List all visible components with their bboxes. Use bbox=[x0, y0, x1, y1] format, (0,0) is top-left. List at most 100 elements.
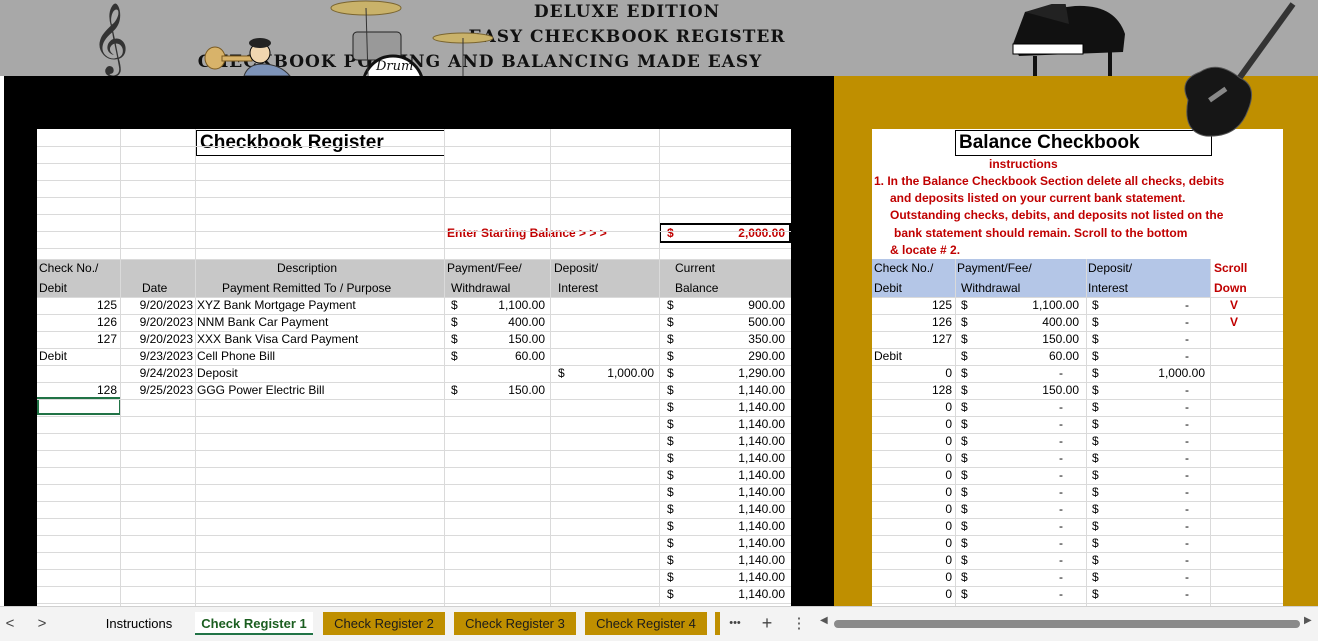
cell-check[interactable] bbox=[37, 552, 117, 569]
cell-description[interactable] bbox=[197, 586, 442, 603]
cell-date[interactable] bbox=[123, 552, 193, 569]
cell-description[interactable] bbox=[197, 552, 442, 569]
cell-check[interactable] bbox=[37, 535, 117, 552]
cell-payment[interactable] bbox=[461, 450, 545, 467]
add-sheet-button[interactable]: + bbox=[757, 612, 777, 635]
bal-cell-deposit[interactable]: - bbox=[1102, 484, 1205, 501]
bal-cell-payment[interactable]: - bbox=[971, 484, 1079, 501]
bal-cell-payment[interactable]: - bbox=[971, 552, 1079, 569]
cell-balance-dollar[interactable]: $ bbox=[667, 416, 677, 433]
table-row[interactable]: Debit 9/23/2023 Cell Phone Bill $60.00 $290.… bbox=[37, 348, 791, 365]
cell-payment-dollar[interactable] bbox=[451, 416, 461, 433]
bal-cell-deposit[interactable]: - bbox=[1102, 501, 1205, 518]
cell-balance[interactable]: 1,140.00 bbox=[677, 382, 785, 399]
cell-description[interactable] bbox=[197, 433, 442, 450]
bal-cell-payment-dollar[interactable]: $ bbox=[961, 382, 971, 399]
cell-balance-dollar[interactable]: $ bbox=[667, 552, 677, 569]
bal-cell-payment-dollar[interactable]: $ bbox=[961, 552, 971, 569]
cell-date[interactable] bbox=[123, 416, 193, 433]
cell-deposit[interactable] bbox=[568, 297, 654, 314]
cell-balance[interactable]: 500.00 bbox=[677, 314, 785, 331]
bal-cell-deposit[interactable]: 1,000.00 bbox=[1102, 365, 1205, 382]
horizontal-scrollbar[interactable]: ◀ ▶ bbox=[820, 615, 1316, 630]
bal-cell-check[interactable]: 0 bbox=[872, 569, 952, 586]
table-row[interactable]: $1,140.00 bbox=[37, 450, 791, 467]
bal-cell-deposit-dollar[interactable]: $ bbox=[1092, 518, 1102, 535]
bal-cell-deposit[interactable]: - bbox=[1102, 297, 1205, 314]
table-row[interactable]: 0 $ - $ - bbox=[872, 484, 1283, 501]
bal-cell-payment[interactable]: - bbox=[971, 535, 1079, 552]
cell-check[interactable] bbox=[37, 467, 117, 484]
cell-payment-dollar[interactable] bbox=[451, 450, 461, 467]
scroll-down-arrow[interactable] bbox=[1230, 450, 1250, 467]
cell-payment[interactable] bbox=[461, 399, 545, 416]
bal-cell-deposit-dollar[interactable]: $ bbox=[1092, 467, 1102, 484]
cell-balance-dollar[interactable]: $ bbox=[667, 501, 677, 518]
cell-deposit[interactable] bbox=[568, 399, 654, 416]
bal-cell-deposit[interactable]: - bbox=[1102, 399, 1205, 416]
cell-balance-dollar[interactable]: $ bbox=[667, 331, 677, 348]
cell-deposit[interactable] bbox=[568, 382, 654, 399]
cell-date[interactable] bbox=[123, 467, 193, 484]
bal-cell-check[interactable]: 0 bbox=[872, 552, 952, 569]
tab-check-register-2[interactable]: Check Register 2 bbox=[323, 612, 445, 635]
cell-description[interactable] bbox=[197, 484, 442, 501]
cell-deposit[interactable] bbox=[568, 416, 654, 433]
bal-cell-deposit-dollar[interactable]: $ bbox=[1092, 501, 1102, 518]
cell-balance[interactable]: 1,140.00 bbox=[677, 467, 785, 484]
cell-date[interactable] bbox=[123, 501, 193, 518]
cell-deposit-dollar[interactable] bbox=[558, 518, 568, 535]
table-row[interactable]: $1,140.00 bbox=[37, 552, 791, 569]
cell-deposit-dollar[interactable] bbox=[558, 399, 568, 416]
scroll-down-arrow[interactable] bbox=[1230, 365, 1250, 382]
cell-date[interactable] bbox=[123, 586, 193, 603]
cell-balance-dollar[interactable]: $ bbox=[667, 433, 677, 450]
bal-cell-deposit-dollar[interactable]: $ bbox=[1092, 433, 1102, 450]
cell-check[interactable] bbox=[37, 484, 117, 501]
cell-balance[interactable]: 1,140.00 bbox=[677, 552, 785, 569]
cell-payment-dollar[interactable]: $ bbox=[451, 314, 461, 331]
cell-balance-dollar[interactable]: $ bbox=[667, 314, 677, 331]
cell-description[interactable] bbox=[197, 518, 442, 535]
cell-balance[interactable]: 1,140.00 bbox=[677, 586, 785, 603]
cell-balance[interactable]: 350.00 bbox=[677, 331, 785, 348]
bal-cell-deposit-dollar[interactable]: $ bbox=[1092, 365, 1102, 382]
cell-balance-dollar[interactable]: $ bbox=[667, 586, 677, 603]
bal-cell-check[interactable]: 0 bbox=[872, 365, 952, 382]
bal-cell-check[interactable]: 0 bbox=[872, 484, 952, 501]
tab-check-register-1[interactable]: Check Register 1 bbox=[195, 612, 313, 635]
cell-deposit[interactable] bbox=[568, 433, 654, 450]
bal-cell-check[interactable]: 0 bbox=[872, 399, 952, 416]
cell-date[interactable]: 9/23/2023 bbox=[123, 348, 193, 365]
bal-cell-payment-dollar[interactable]: $ bbox=[961, 297, 971, 314]
bal-cell-payment-dollar[interactable]: $ bbox=[961, 535, 971, 552]
cell-payment-dollar[interactable]: $ bbox=[451, 382, 461, 399]
bal-cell-check[interactable]: 126 bbox=[872, 314, 952, 331]
cell-balance-dollar[interactable]: $ bbox=[667, 399, 677, 416]
cell-balance-dollar[interactable]: $ bbox=[667, 535, 677, 552]
cell-payment[interactable] bbox=[461, 552, 545, 569]
table-row[interactable]: 128 9/25/2023 GGG Power Electric Bill $150.… bbox=[37, 382, 791, 399]
cell-payment-dollar[interactable]: $ bbox=[451, 297, 461, 314]
cell-payment[interactable] bbox=[461, 569, 545, 586]
cell-balance-dollar[interactable]: $ bbox=[667, 297, 677, 314]
scroll-down-arrow[interactable] bbox=[1230, 552, 1250, 569]
bal-cell-payment-dollar[interactable]: $ bbox=[961, 416, 971, 433]
table-row[interactable]: $1,140.00 bbox=[37, 416, 791, 433]
bal-cell-payment-dollar[interactable]: $ bbox=[961, 467, 971, 484]
bal-cell-payment-dollar[interactable]: $ bbox=[961, 484, 971, 501]
more-tabs-button[interactable]: ••• bbox=[725, 612, 745, 635]
cell-deposit-dollar[interactable] bbox=[558, 484, 568, 501]
bal-cell-deposit[interactable]: - bbox=[1102, 535, 1205, 552]
cell-payment-dollar[interactable]: $ bbox=[451, 348, 461, 365]
cell-balance-dollar[interactable]: $ bbox=[667, 450, 677, 467]
cell-payment[interactable] bbox=[461, 501, 545, 518]
bal-cell-check[interactable]: Debit bbox=[874, 348, 954, 365]
scroll-down-arrow[interactable] bbox=[1230, 569, 1250, 586]
tab-check-register-3[interactable]: Check Register 3 bbox=[454, 612, 576, 635]
table-row[interactable]: 0 $ - $ - bbox=[872, 501, 1283, 518]
bal-cell-check[interactable]: 128 bbox=[872, 382, 952, 399]
bal-cell-deposit-dollar[interactable]: $ bbox=[1092, 586, 1102, 603]
table-row[interactable]: $1,140.00 bbox=[37, 518, 791, 535]
scroll-right-arrow-icon[interactable]: ▶ bbox=[1304, 615, 1312, 626]
